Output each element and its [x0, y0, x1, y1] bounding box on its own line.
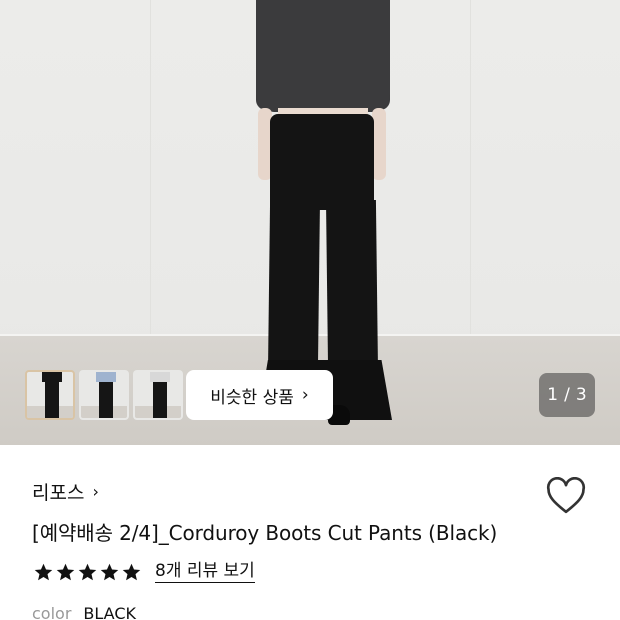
pager-total: 3 — [575, 385, 587, 405]
chevron-right-icon: › — [301, 384, 309, 405]
similar-products-label: 비슷한 상품 — [210, 387, 294, 408]
wall-seam — [150, 0, 151, 336]
pager-separator: / — [564, 385, 570, 405]
product-title: [예약배송 2/4]_Corduroy Boots Cut Pants (Bla… — [32, 521, 498, 545]
brand-name: 리포스 — [32, 482, 85, 504]
star-icon — [56, 563, 75, 580]
brand-link[interactable]: 리포스 › — [32, 478, 99, 505]
heart-icon[interactable] — [546, 477, 586, 515]
thumbnail-1[interactable] — [25, 370, 75, 420]
similar-products-button[interactable]: 비슷한 상품 › — [186, 370, 333, 420]
star-icon — [100, 563, 119, 580]
pager-current: 1 — [547, 385, 559, 405]
thumbnail-3[interactable] — [133, 370, 183, 420]
view-reviews-link[interactable]: 8개 리뷰 보기 — [155, 561, 255, 583]
product-model-photo — [248, 0, 398, 430]
rating-row: 8개 리뷰 보기 — [33, 561, 255, 583]
image-pager: 1 / 3 — [539, 373, 595, 417]
product-image-gallery[interactable]: 비슷한 상품 › 1 / 3 — [0, 0, 620, 445]
star-icon — [122, 563, 141, 580]
color-info: color BLACK — [32, 604, 136, 620]
color-label: color — [32, 604, 72, 620]
chevron-right-icon: › — [92, 482, 99, 501]
star-icon — [78, 563, 97, 580]
color-value: BLACK — [83, 604, 136, 620]
star-icon — [34, 563, 53, 580]
star-rating — [33, 562, 142, 583]
thumbnail-2[interactable] — [79, 370, 129, 420]
wall-seam — [470, 0, 471, 336]
